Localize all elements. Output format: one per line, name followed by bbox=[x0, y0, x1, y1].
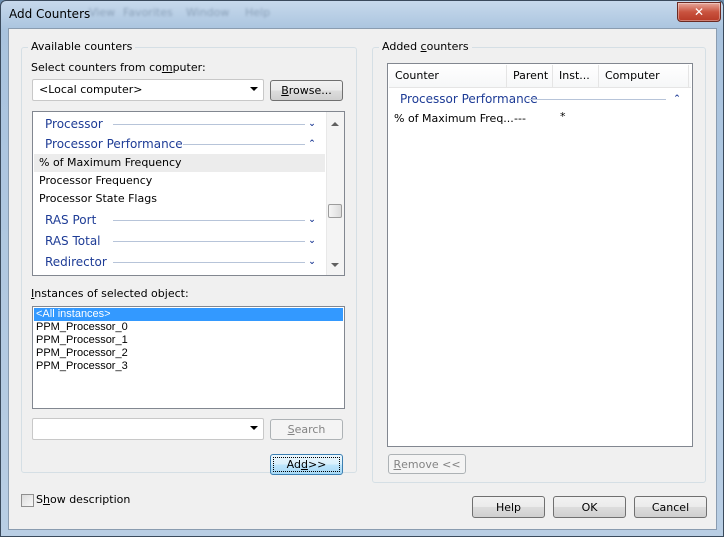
instance-item[interactable]: <All instances> bbox=[34, 308, 343, 321]
chevron-down-icon[interactable]: ⌄ bbox=[307, 119, 317, 129]
added-counters-list[interactable]: Counter Parent Inst... Computer Processo… bbox=[387, 63, 693, 447]
counter-item[interactable]: Processor Frequency bbox=[34, 172, 325, 190]
computer-select-value: <Local computer> bbox=[39, 83, 143, 96]
list-header: Counter Parent Inst... Computer bbox=[389, 65, 691, 88]
search-button[interactable]: Search bbox=[270, 419, 343, 440]
close-button[interactable]: ✕ bbox=[677, 2, 721, 22]
group-divider bbox=[528, 99, 666, 100]
column-header-counter[interactable]: Counter bbox=[389, 65, 507, 87]
remove-button[interactable]: Remove << bbox=[388, 454, 466, 474]
add-button[interactable]: Ad d >> bbox=[270, 454, 343, 475]
show-description-label[interactable]: Show description bbox=[36, 493, 130, 506]
dialog-client-area: Available counters Select counters from … bbox=[8, 28, 717, 530]
instance-item[interactable]: PPM_Processor_3 bbox=[34, 360, 343, 373]
help-button[interactable]: Help bbox=[472, 496, 545, 518]
chevron-down-icon[interactable]: ⌄ bbox=[307, 236, 317, 246]
available-counters-label: Available counters bbox=[28, 40, 136, 53]
cell-parent: --- bbox=[514, 112, 526, 125]
column-header-instance[interactable]: Inst... bbox=[553, 65, 599, 87]
category-divider bbox=[113, 241, 305, 242]
close-icon: ✕ bbox=[693, 5, 705, 19]
category-divider bbox=[113, 262, 305, 263]
add-counters-dialog: Add Counters View Favorites Window Help … bbox=[0, 0, 724, 537]
chevron-up-icon[interactable]: ⌃ bbox=[307, 139, 317, 149]
category-divider bbox=[113, 220, 305, 221]
select-computer-label: Select counters from computer: bbox=[31, 61, 206, 74]
scroll-down-icon[interactable] bbox=[331, 263, 339, 267]
background-menu-ghost: Favorites bbox=[123, 6, 173, 19]
computer-select[interactable]: <Local computer> bbox=[32, 79, 264, 101]
category-label: Redirector bbox=[45, 255, 107, 269]
scroll-up-icon[interactable] bbox=[331, 122, 339, 126]
show-description-checkbox[interactable] bbox=[21, 494, 34, 507]
category-label: Processor Performance bbox=[45, 137, 183, 151]
instances-list[interactable]: <All instances> PPM_Processor_0 PPM_Proc… bbox=[32, 306, 345, 409]
window-title: Add Counters bbox=[9, 7, 91, 21]
background-menu-ghost: View bbox=[89, 6, 116, 19]
counters-scrollbar[interactable] bbox=[326, 112, 344, 275]
counters-list[interactable]: Processor ⌄ Processor Performance ⌃ % of… bbox=[32, 111, 345, 276]
dropdown-arrow-icon bbox=[250, 87, 258, 91]
instance-item[interactable]: PPM_Processor_0 bbox=[34, 321, 343, 334]
search-combo[interactable] bbox=[32, 418, 264, 440]
scroll-thumb[interactable] bbox=[328, 204, 342, 218]
cell-counter: % of Maximum Freq... bbox=[394, 112, 514, 125]
added-counters-label: Added counters bbox=[379, 40, 472, 53]
chevron-down-icon[interactable]: ⌄ bbox=[307, 257, 317, 267]
dropdown-arrow-icon bbox=[250, 426, 258, 430]
ok-button[interactable]: OK bbox=[553, 496, 626, 518]
category-divider bbox=[183, 144, 305, 145]
column-header-parent[interactable]: Parent bbox=[507, 65, 553, 87]
browse-button[interactable]: Browse... bbox=[270, 80, 343, 101]
counter-item[interactable]: % of Maximum Frequency bbox=[34, 154, 325, 172]
instance-item[interactable]: PPM_Processor_2 bbox=[34, 347, 343, 360]
category-label: RAS Port bbox=[45, 213, 97, 227]
category-divider bbox=[113, 124, 305, 125]
background-menu-ghost: Window bbox=[186, 6, 230, 19]
group-header-label: Processor Performance bbox=[400, 92, 538, 106]
instances-label: Instances of selected object: bbox=[31, 287, 189, 300]
chevron-down-icon[interactable]: ⌄ bbox=[307, 215, 317, 225]
category-label: Processor bbox=[45, 117, 103, 131]
cancel-button[interactable]: Cancel bbox=[634, 496, 707, 518]
column-header-computer[interactable]: Computer bbox=[599, 65, 689, 87]
background-menu-ghost: Help bbox=[245, 6, 271, 19]
title-bar[interactable]: Add Counters View Favorites Window Help … bbox=[1, 1, 723, 28]
cell-instance: * bbox=[560, 110, 566, 123]
instance-item[interactable]: PPM_Processor_1 bbox=[34, 334, 343, 347]
chevron-up-icon[interactable]: ⌃ bbox=[672, 94, 682, 104]
category-label: RAS Total bbox=[45, 234, 101, 248]
counter-item[interactable]: Processor State Flags bbox=[34, 190, 325, 208]
